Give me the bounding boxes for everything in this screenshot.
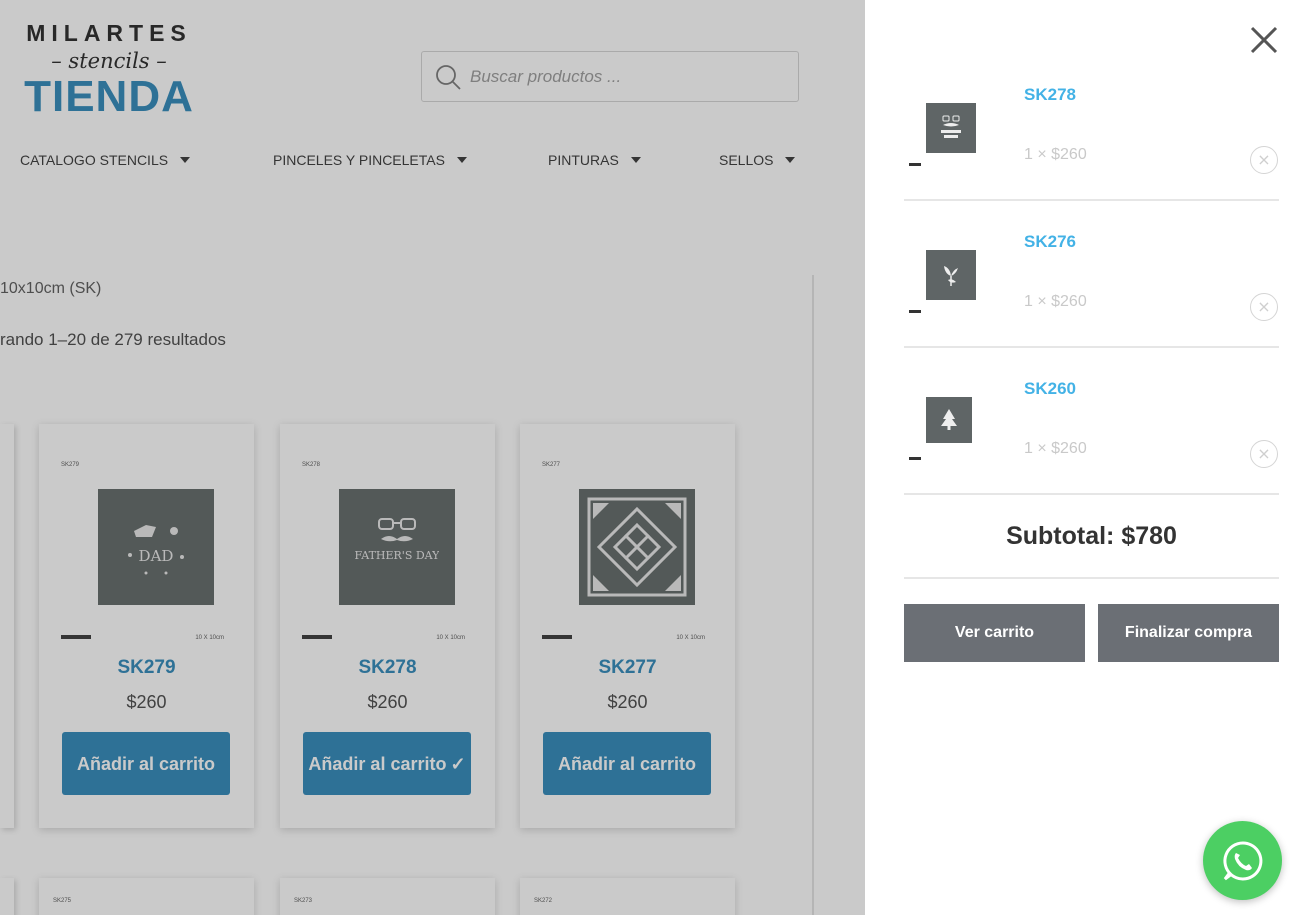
cart-item-name[interactable]: SK278 (1024, 85, 1076, 105)
close-cart-button[interactable] (1246, 22, 1282, 58)
checkout-button[interactable]: Finalizar compra (1098, 604, 1279, 662)
mini-cart-drawer: SK278 1 × $260 × SK276 1 × $260 × SK260 … (865, 0, 1294, 915)
cart-item: SK278 1 × $260 × (904, 85, 1279, 201)
close-icon (1250, 26, 1278, 54)
cart-item-thumbnail[interactable] (904, 379, 990, 465)
cart-item-quantity: 1 × $260 (1024, 293, 1087, 310)
brand-bar (909, 457, 921, 460)
cart-item-name[interactable]: SK276 (1024, 232, 1076, 252)
stencil-fathers-day-icon (941, 115, 961, 138)
cart-item-thumbnail[interactable] (904, 232, 990, 318)
cart-item-quantity: 1 × $260 (1024, 440, 1087, 457)
stencil-leaf-icon (944, 266, 958, 286)
stencil-thumbnail (926, 250, 976, 300)
whatsapp-chat-button[interactable] (1203, 821, 1282, 900)
brand-bar (909, 163, 921, 166)
cart-item-thumbnail[interactable] (904, 85, 990, 171)
remove-item-button[interactable]: × (1250, 440, 1278, 468)
stencil-tree-icon (941, 409, 957, 430)
cart-item: SK276 1 × $260 × (904, 232, 1279, 348)
remove-item-button[interactable]: × (1250, 146, 1278, 174)
cart-item: SK260 1 × $260 × (904, 379, 1279, 495)
cart-subtotal: Subtotal: $780 (904, 495, 1279, 579)
cart-item-name[interactable]: SK260 (1024, 379, 1076, 399)
brand-bar (909, 310, 921, 313)
drawer-backdrop[interactable] (0, 0, 865, 915)
remove-item-button[interactable]: × (1250, 293, 1278, 321)
stencil-thumbnail (926, 103, 976, 153)
whatsapp-icon (1222, 840, 1262, 880)
stencil-thumbnail (926, 397, 972, 443)
cart-item-quantity: 1 × $260 (1024, 146, 1087, 163)
view-cart-button[interactable]: Ver carrito (904, 604, 1085, 662)
